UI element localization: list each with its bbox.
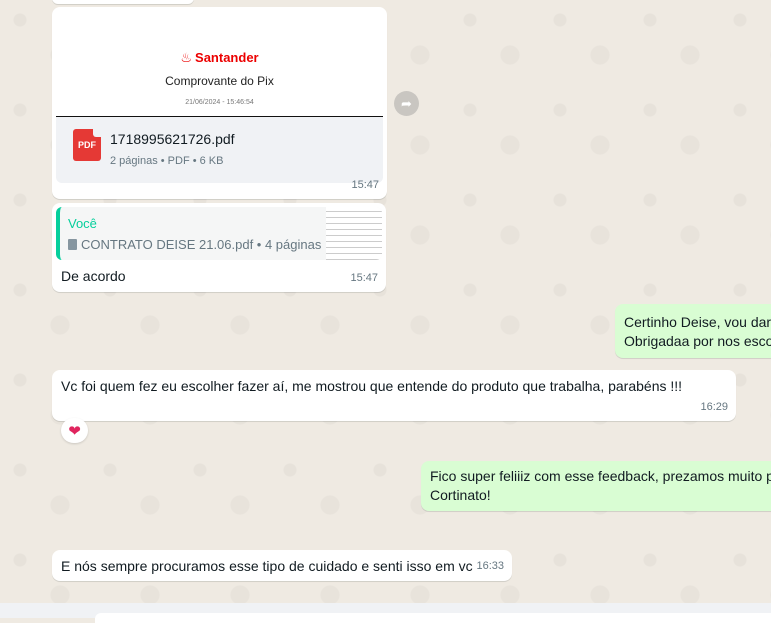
forward-icon: ➦ [401,95,412,111]
message-time: 15:47 [350,272,378,284]
message-text: E nós sempre procuramos esse tipo de cui… [61,558,473,574]
message-line: Obrigadaa por nos esco [624,333,771,349]
message-time: 15:47 [351,179,379,191]
pdf-message[interactable]: ♨ Santander Comprovante do Pix 21/06/202… [52,7,387,199]
forward-button[interactable]: ➦ [394,91,419,116]
quoted-message[interactable]: Você CONTRATO DEISE 21.06.pdf • 4 página… [56,207,382,260]
file-meta: 2 páginas • PDF • 6 KB [110,155,224,167]
quote-file: CONTRATO DEISE 21.06.pdf • 4 páginas [68,235,321,254]
santander-logo: ♨ Santander [56,48,383,67]
message-time: 16:29 [700,401,728,413]
message-line: Certinho Deise, vou dar [624,314,771,330]
reply-message[interactable]: Você CONTRATO DEISE 21.06.pdf • 4 página… [52,203,386,292]
pdf-icon-label: PDF [78,139,96,150]
message-text: Certinho Deise, vou dar Obrigadaa por no… [624,313,771,351]
doc-date: 21/06/2024 - 15:46:54 [185,99,254,106]
file-name: 1718995621726.pdf [110,131,235,147]
incoming-message[interactable]: E nós sempre procuramos esse tipo de cui… [52,550,512,581]
flame-icon: ♨ [180,50,193,65]
incoming-message[interactable]: Vc foi quem fez eu escolher fazer aí, me… [52,370,736,421]
message-line: Cortinato! [430,487,491,503]
pdf-preview[interactable]: ♨ Santander Comprovante do Pix 21/06/202… [56,11,383,117]
pdf-file-icon: PDF [73,129,101,161]
outgoing-message[interactable]: Certinho Deise, vou dar Obrigadaa por no… [615,304,771,358]
document-icon [68,239,77,250]
document-thumbnail [326,207,382,260]
message-text: De acordo [61,268,126,284]
brand-name: Santander [195,50,259,65]
message-text: Fico super feliiiz com esse feedback, pr… [430,467,771,505]
heart-icon: ❤ [68,422,81,440]
outgoing-message[interactable]: Fico super feliiiz com esse feedback, pr… [421,461,771,511]
message-text: Vc foi quem fez eu escolher fazer aí, me… [61,378,683,394]
message-time: 16:33 [476,560,504,572]
file-attachment[interactable]: PDF 1718995621726.pdf 2 páginas • PDF • … [56,117,383,183]
previous-message-stub [52,0,194,4]
message-input[interactable] [95,613,771,623]
heart-reaction[interactable]: ❤ [61,418,88,443]
message-line: Fico super feliiiz com esse feedback, pr… [430,468,771,484]
doc-title: Comprovante do Pix [165,74,274,88]
quote-author: Você [68,216,97,231]
quote-file-label: CONTRATO DEISE 21.06.pdf • 4 páginas [81,237,322,252]
